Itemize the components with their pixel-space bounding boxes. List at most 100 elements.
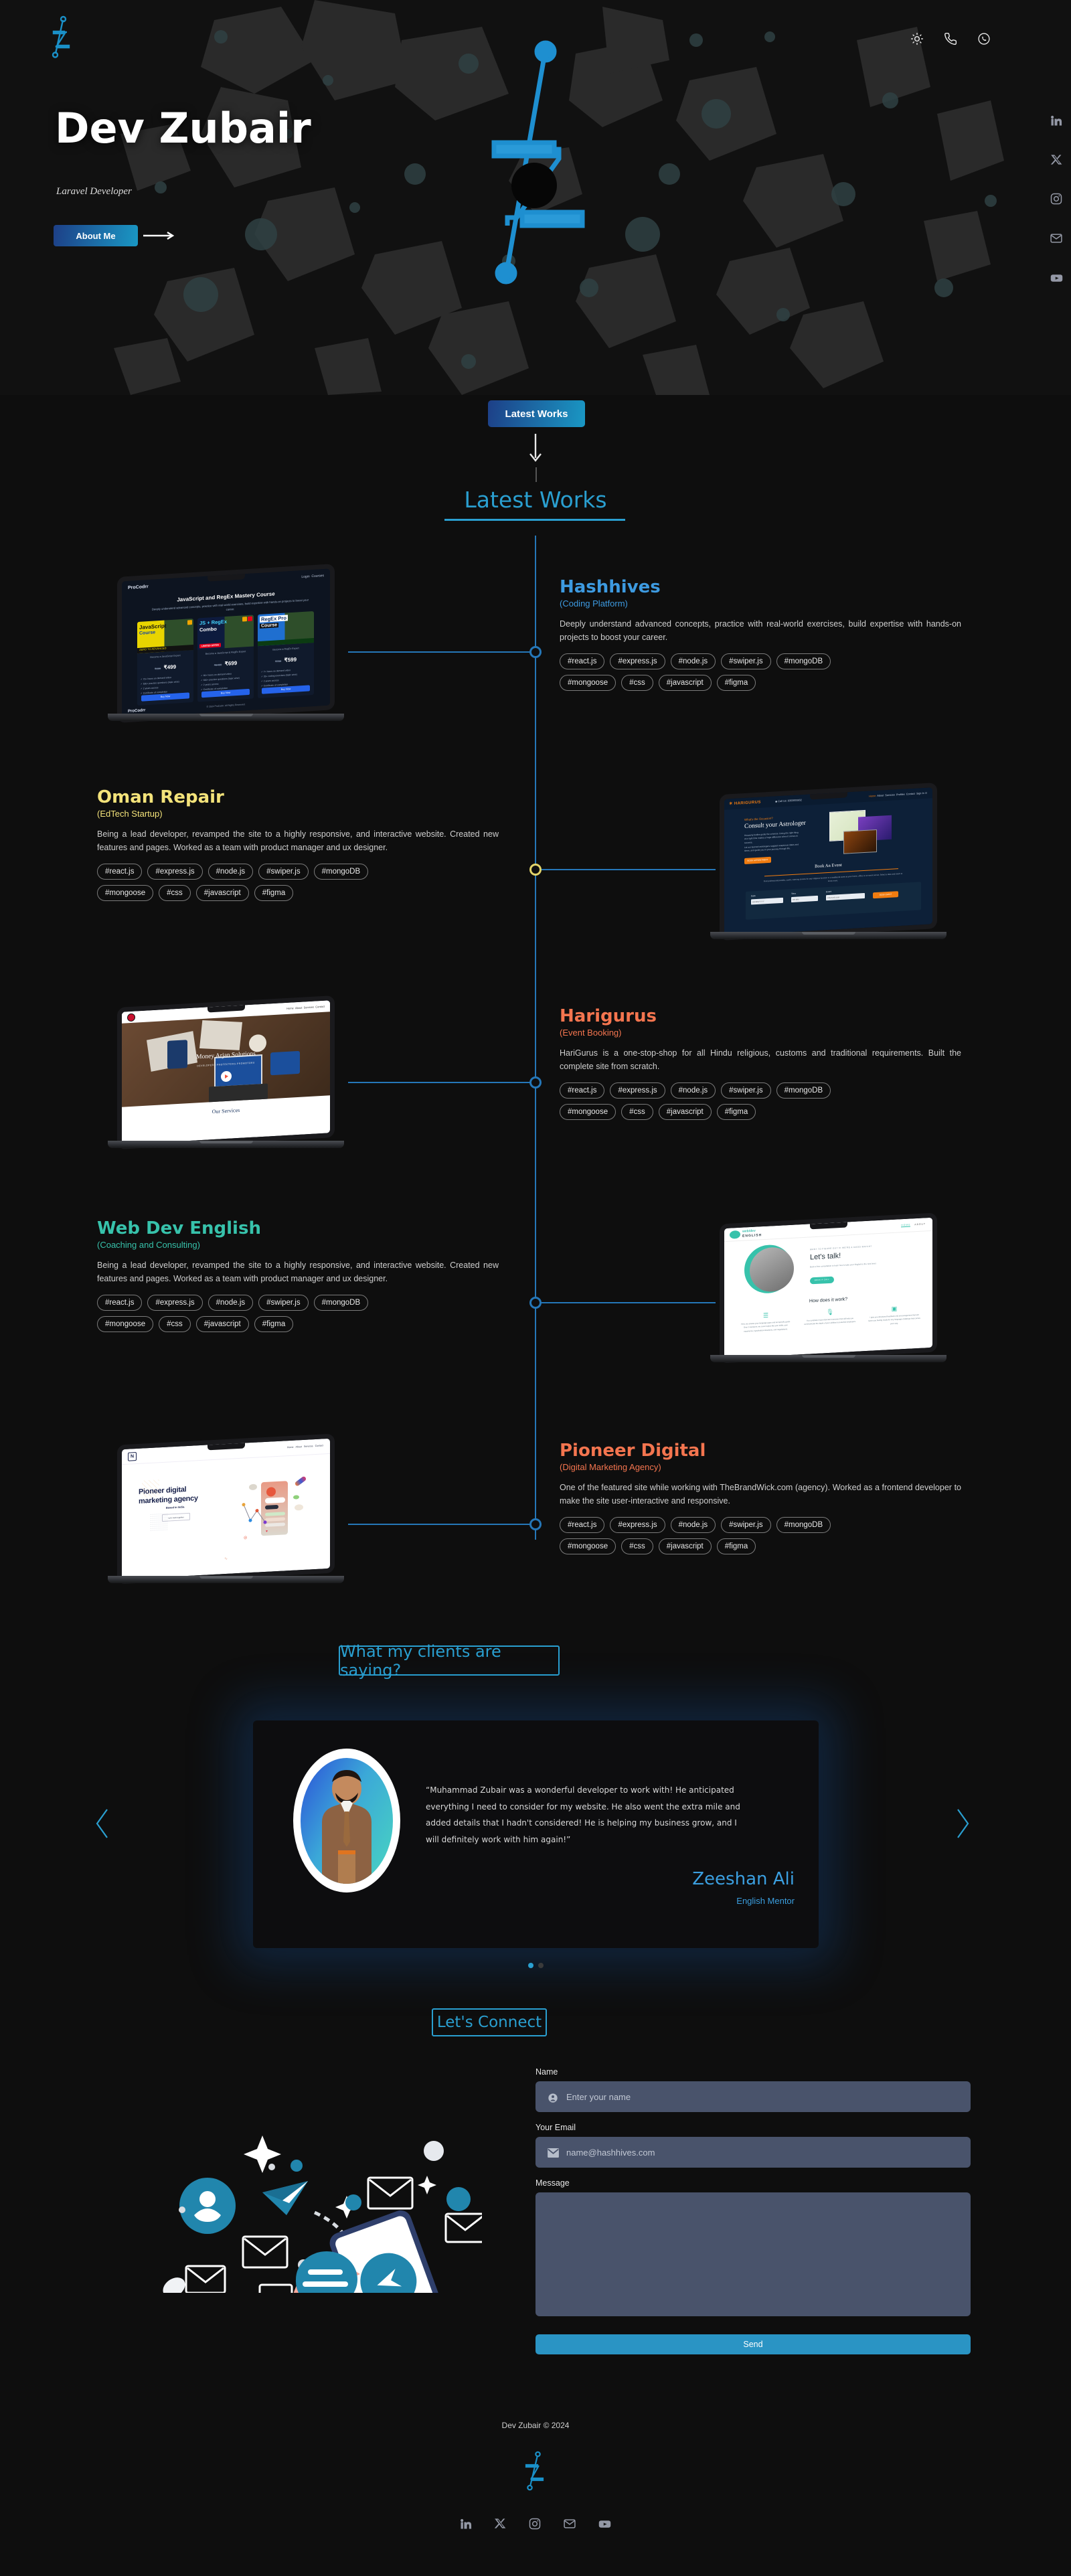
tag[interactable]: #mongoose: [97, 884, 154, 901]
linkedin-icon[interactable]: [459, 2517, 473, 2534]
tag[interactable]: #mongoose: [560, 1103, 616, 1120]
tag[interactable]: #figma: [254, 1315, 294, 1332]
project-oman-repair: Oman Repair (EdTech Startup) Being a lea…: [97, 787, 499, 906]
project-web-dev-english: Web Dev English (Coaching and Consulting…: [97, 1218, 499, 1338]
theme-toggle-sun-icon[interactable]: [910, 32, 924, 46]
timeline-dot: [529, 1297, 542, 1309]
envelope-icon: [548, 2148, 559, 2161]
project-subtitle: (EdTech Startup): [97, 809, 163, 819]
instagram-icon[interactable]: [528, 2517, 542, 2534]
carousel-next-button[interactable]: [954, 1807, 971, 1843]
avatar: [293, 1749, 400, 1893]
carousel-prev-button[interactable]: [94, 1807, 111, 1843]
project-title: Hashhives: [560, 577, 661, 597]
tag[interactable]: #javascript: [195, 884, 249, 901]
name-field-group: Name: [536, 2067, 971, 2112]
tag[interactable]: #swiper.js: [721, 1082, 771, 1099]
tag[interactable]: #css: [621, 1103, 653, 1120]
tag[interactable]: #react.js: [560, 1516, 605, 1533]
tag[interactable]: #javascript: [658, 1103, 712, 1120]
phone-icon[interactable]: [944, 32, 957, 46]
send-button[interactable]: Send: [536, 2334, 971, 2354]
message-label: Message: [536, 2178, 570, 2188]
whatsapp-icon[interactable]: [977, 32, 991, 46]
hero-section: Dev Zubair Laravel Developer About Me: [0, 0, 1071, 395]
carousel-dot[interactable]: [538, 1963, 544, 1968]
tag[interactable]: #swiper.js: [258, 1294, 309, 1311]
tag[interactable]: #react.js: [560, 653, 605, 669]
project-tags-row-2: #mongoose #css #javascript #figma: [560, 1103, 961, 1120]
email-field-group: Your Email: [536, 2123, 971, 2168]
instagram-icon[interactable]: [1050, 192, 1063, 209]
tag[interactable]: #figma: [716, 674, 756, 691]
tag[interactable]: #react.js: [560, 1082, 605, 1099]
project-mockup-hashhives: ProCodrr Login Courses JavaScript and Re…: [108, 564, 348, 731]
tag[interactable]: #swiper.js: [721, 653, 771, 669]
latest-works-underline: [444, 519, 625, 521]
email-icon[interactable]: [1050, 232, 1063, 248]
tag[interactable]: #node.js: [670, 1082, 716, 1099]
tag[interactable]: #express.js: [147, 863, 203, 880]
tag[interactable]: #mongoose: [97, 1315, 154, 1332]
tag[interactable]: #mongoDB: [313, 863, 369, 880]
contact-heading: Let's Connect: [432, 2008, 547, 2036]
project-tags-row-2: #mongoose #css #javascript #figma: [560, 1538, 961, 1554]
tag[interactable]: #node.js: [670, 1516, 716, 1533]
about-me-button[interactable]: About Me: [54, 225, 138, 246]
tag[interactable]: #react.js: [97, 1294, 143, 1311]
name-input[interactable]: [536, 2081, 971, 2112]
tag[interactable]: #css: [621, 1538, 653, 1554]
project-description: Being a lead developer, revamped the sit…: [97, 829, 499, 853]
youtube-icon[interactable]: [1050, 271, 1064, 289]
footer-social-links: [0, 2517, 1071, 2534]
x-twitter-icon[interactable]: [494, 2517, 507, 2534]
tag[interactable]: #mongoDB: [776, 653, 831, 669]
tag[interactable]: #swiper.js: [258, 863, 309, 880]
timeline-connector: [348, 1082, 530, 1083]
message-textarea[interactable]: [536, 2192, 971, 2316]
tag[interactable]: #figma: [716, 1538, 756, 1554]
tag[interactable]: #figma: [716, 1103, 756, 1120]
tag[interactable]: #css: [159, 884, 191, 901]
tag[interactable]: #mongoose: [560, 674, 616, 691]
tag[interactable]: #react.js: [97, 863, 143, 880]
project-mockup-harigurus-astrologer: ☀ HARIGURUS ◉ Call Us: 8353000802 Home A…: [710, 782, 951, 949]
footer-logo[interactable]: [520, 2450, 551, 2492]
tag[interactable]: #node.js: [670, 653, 716, 669]
project-subtitle: (Coding Platform): [560, 598, 628, 609]
tag[interactable]: #css: [159, 1315, 191, 1332]
tag[interactable]: #mongoose: [560, 1538, 616, 1554]
tag[interactable]: #node.js: [208, 863, 254, 880]
linkedin-icon[interactable]: [1050, 114, 1063, 131]
email-icon[interactable]: [563, 2517, 576, 2534]
project-hashhives: Hashhives (Coding Platform) Deeply under…: [560, 577, 961, 696]
tag[interactable]: #css: [621, 674, 653, 691]
tag[interactable]: #swiper.js: [721, 1516, 771, 1533]
carousel-dot[interactable]: [527, 1963, 533, 1968]
carousel-dots: [0, 1963, 1071, 1968]
tag[interactable]: #javascript: [195, 1315, 249, 1332]
email-input[interactable]: [536, 2137, 971, 2168]
youtube-icon[interactable]: [598, 2517, 612, 2534]
timeline-dot: [529, 1076, 542, 1089]
tag[interactable]: #express.js: [147, 1294, 203, 1311]
contact-form: Name Your Email Message Send: [536, 2067, 971, 2354]
tag[interactable]: #mongoDB: [776, 1516, 831, 1533]
timeline-dot: [529, 646, 542, 658]
tag[interactable]: #express.js: [610, 1082, 665, 1099]
tag[interactable]: #node.js: [208, 1294, 254, 1311]
tag[interactable]: #mongoDB: [313, 1294, 369, 1311]
tag[interactable]: #javascript: [658, 1538, 712, 1554]
arrow-down-icon: [526, 434, 545, 467]
project-pioneer-digital: Pioneer Digital (Digital Marketing Agenc…: [560, 1441, 961, 1560]
latest-works-badge[interactable]: Latest Works: [488, 400, 585, 427]
x-twitter-icon[interactable]: [1050, 153, 1063, 169]
tag[interactable]: #mongoDB: [776, 1082, 831, 1099]
tag[interactable]: #express.js: [610, 1516, 665, 1533]
project-tags-row-2: #mongoose #css #javascript #figma: [97, 1315, 499, 1332]
tag[interactable]: #figma: [254, 884, 294, 901]
tag[interactable]: #javascript: [658, 674, 712, 691]
contact-illustration: [107, 2072, 486, 2354]
dev-zubair-logo[interactable]: [47, 15, 78, 59]
tag[interactable]: #express.js: [610, 653, 665, 669]
